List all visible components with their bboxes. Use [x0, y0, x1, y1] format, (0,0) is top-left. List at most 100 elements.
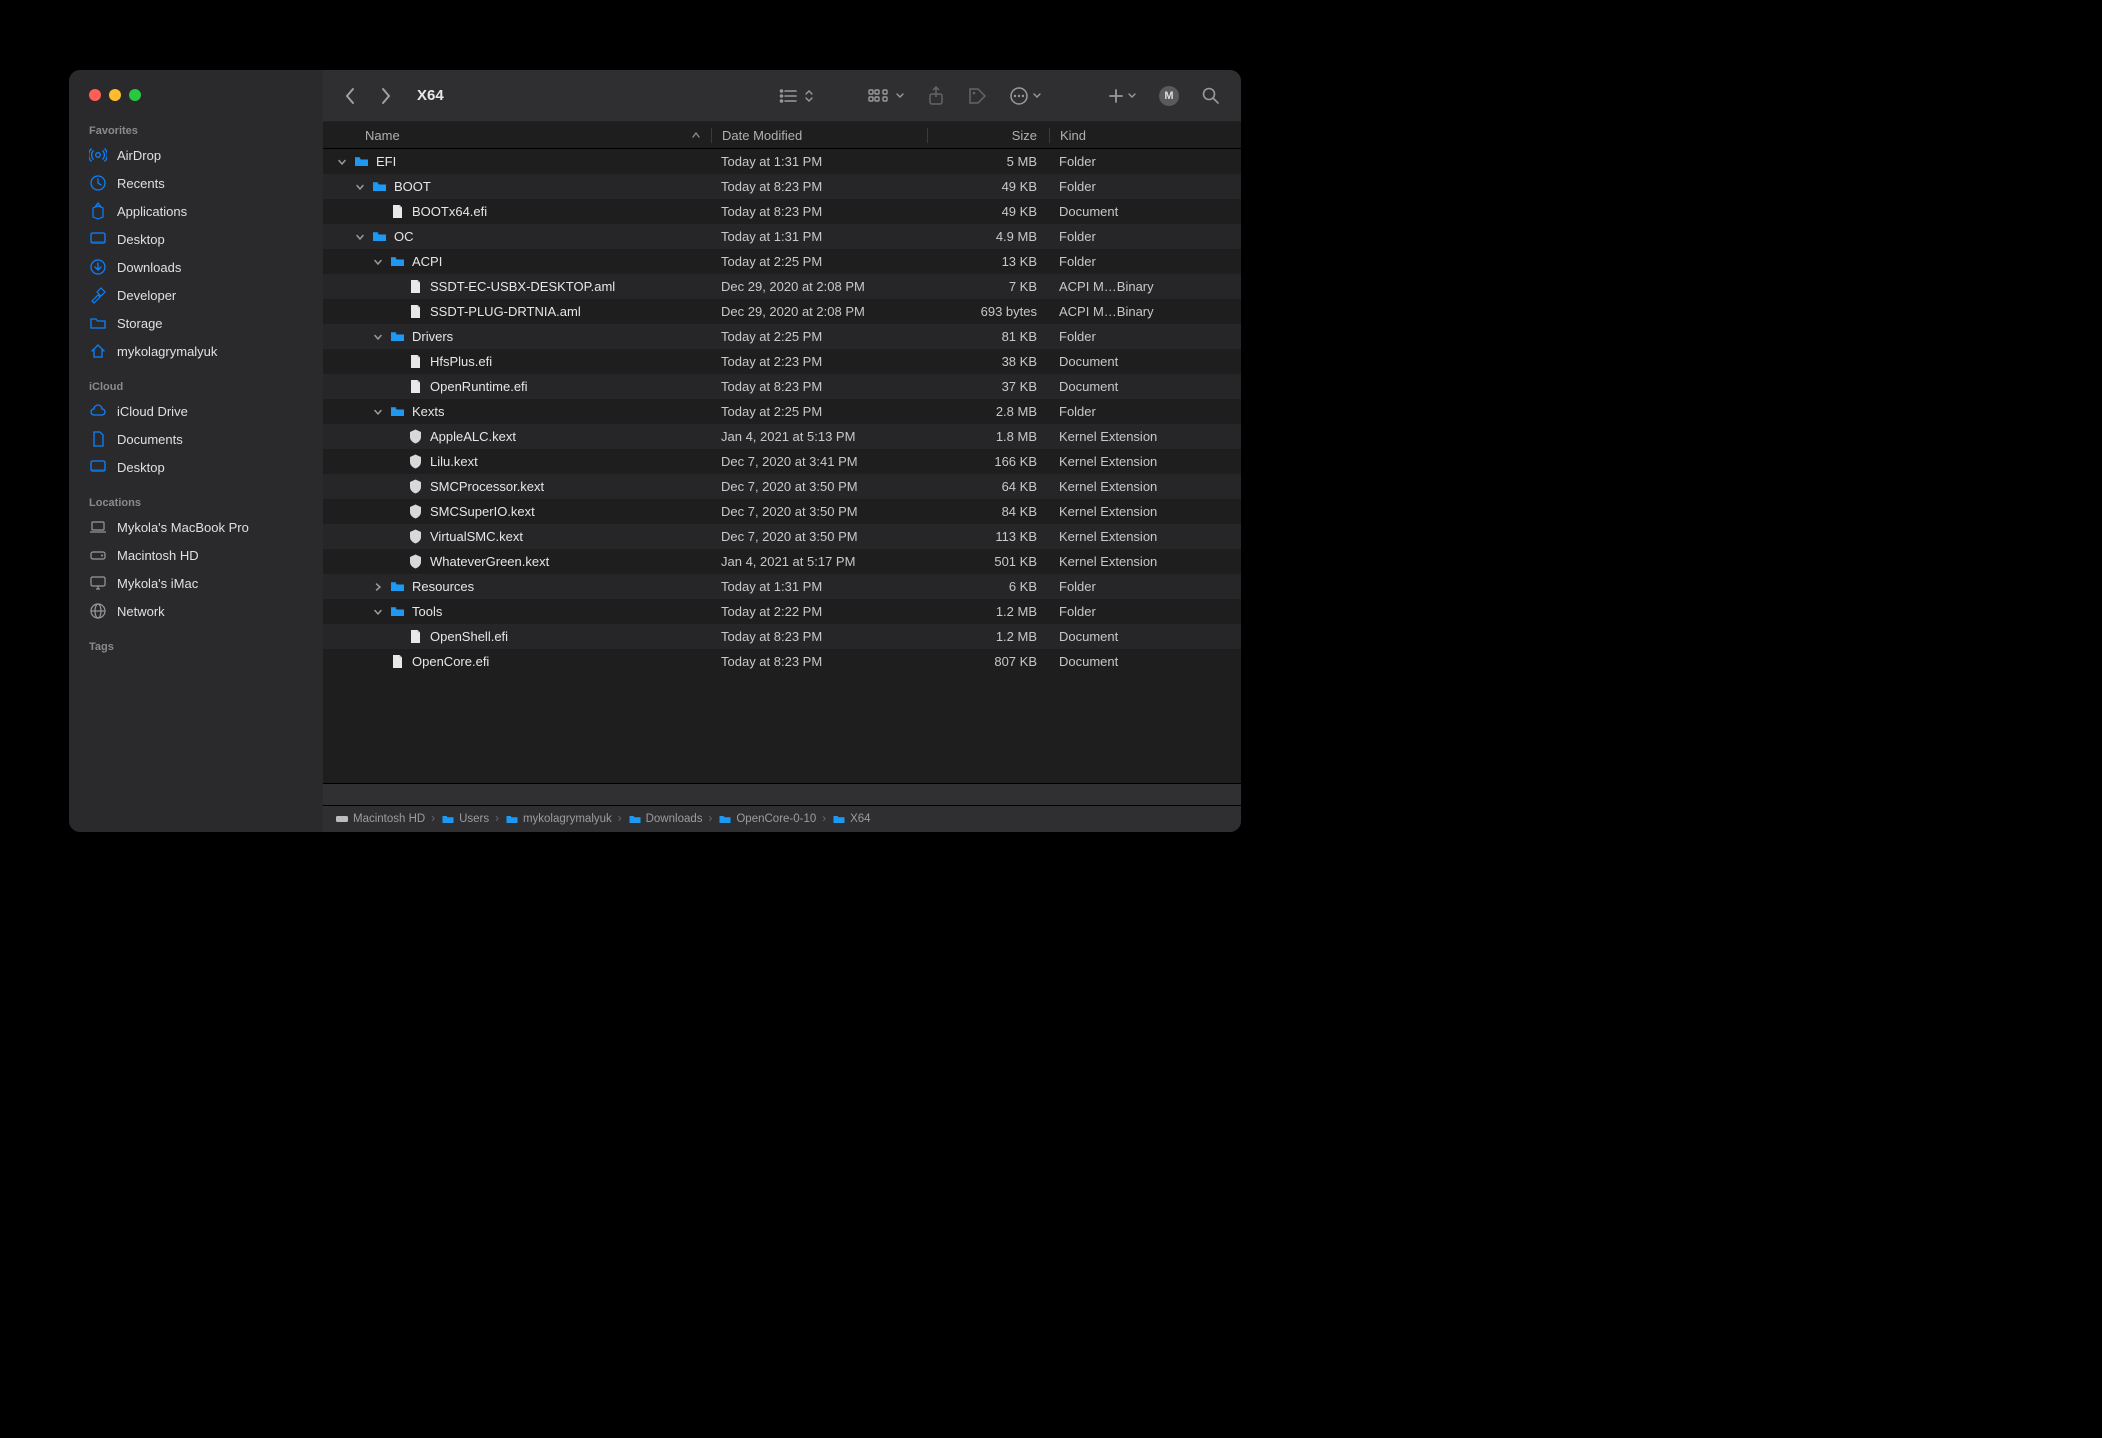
sidebar-item[interactable]: Network	[69, 597, 323, 625]
file-row[interactable]: SMCSuperIO.kext Dec 7, 2020 at 3:50 PM 8…	[323, 499, 1241, 524]
file-size: 113 KB	[927, 529, 1049, 544]
sidebar-item-label: Mykola's iMac	[117, 576, 198, 591]
search-button[interactable]	[1197, 82, 1225, 110]
disclosure-icon[interactable]	[373, 332, 383, 342]
file-date: Today at 2:22 PM	[711, 604, 927, 619]
account-badge[interactable]: M	[1155, 82, 1183, 110]
path-separator-icon: ›	[495, 813, 499, 825]
sidebar-item[interactable]: Macintosh HD	[69, 541, 323, 569]
file-row[interactable]: AppleALC.kext Jan 4, 2021 at 5:13 PM 1.8…	[323, 424, 1241, 449]
path-segment[interactable]: Users	[441, 812, 489, 826]
file-date: Today at 1:31 PM	[711, 154, 927, 169]
folder-icon	[389, 403, 406, 420]
disclosure-icon[interactable]	[373, 407, 383, 417]
file-row[interactable]: SSDT-PLUG-DRTNIA.aml Dec 29, 2020 at 2:0…	[323, 299, 1241, 324]
folder-icon	[89, 314, 107, 332]
sidebar-item[interactable]: Downloads	[69, 253, 323, 281]
file-size: 166 KB	[927, 454, 1049, 469]
sidebar-item-label: mykolagrymalyuk	[117, 344, 217, 359]
sidebar-item-label: Recents	[117, 176, 165, 191]
file-row[interactable]: BOOT Today at 8:23 PM 49 KB Folder	[323, 174, 1241, 199]
file-row[interactable]: Tools Today at 2:22 PM 1.2 MB Folder	[323, 599, 1241, 624]
column-kind-header[interactable]: Kind	[1049, 128, 1241, 143]
sidebar-item[interactable]: Recents	[69, 169, 323, 197]
sidebar-item[interactable]: mykolagrymalyuk	[69, 337, 323, 365]
column-date-header[interactable]: Date Modified	[711, 128, 927, 143]
sidebar-item-label: Desktop	[117, 460, 165, 475]
new-button[interactable]	[1104, 84, 1141, 108]
file-date: Dec 7, 2020 at 3:50 PM	[711, 479, 927, 494]
file-row[interactable]: OC Today at 1:31 PM 4.9 MB Folder	[323, 224, 1241, 249]
back-button[interactable]	[339, 85, 361, 107]
sidebar-item[interactable]: AirDrop	[69, 141, 323, 169]
kext-icon	[407, 528, 424, 545]
file-row[interactable]: SMCProcessor.kext Dec 7, 2020 at 3:50 PM…	[323, 474, 1241, 499]
file-row[interactable]: OpenShell.efi Today at 8:23 PM 1.2 MB Do…	[323, 624, 1241, 649]
file-row[interactable]: BOOTx64.efi Today at 8:23 PM 49 KB Docum…	[323, 199, 1241, 224]
path-segment[interactable]: Downloads	[628, 812, 703, 826]
sort-caret-icon	[691, 131, 701, 139]
file-row[interactable]: HfsPlus.efi Today at 2:23 PM 38 KB Docum…	[323, 349, 1241, 374]
sidebar: Favorites AirDrop Recents Applications D…	[69, 70, 323, 832]
file-row[interactable]: WhateverGreen.kext Jan 4, 2021 at 5:17 P…	[323, 549, 1241, 574]
file-kind: Document	[1049, 379, 1241, 394]
share-button[interactable]	[923, 82, 949, 110]
file-row[interactable]: Kexts Today at 2:25 PM 2.8 MB Folder	[323, 399, 1241, 424]
file-row[interactable]: Drivers Today at 2:25 PM 81 KB Folder	[323, 324, 1241, 349]
disclosure-icon[interactable]	[373, 607, 383, 617]
disclosure-icon[interactable]	[355, 182, 365, 192]
file-row[interactable]: EFI Today at 1:31 PM 5 MB Folder	[323, 149, 1241, 174]
file-date: Dec 7, 2020 at 3:41 PM	[711, 454, 927, 469]
sidebar-item-label: Applications	[117, 204, 187, 219]
disclosure-icon[interactable]	[373, 257, 383, 267]
path-label: OpenCore-0-10	[736, 813, 816, 825]
sidebar-item[interactable]: Desktop	[69, 225, 323, 253]
close-button[interactable]	[89, 89, 101, 101]
folder-icon	[441, 812, 455, 826]
file-size: 49 KB	[927, 179, 1049, 194]
sidebar-item[interactable]: Applications	[69, 197, 323, 225]
disclosure-icon[interactable]	[373, 582, 383, 592]
column-size-header[interactable]: Size	[927, 128, 1049, 143]
file-kind: ACPI M…Binary	[1049, 304, 1241, 319]
doc-icon	[407, 628, 424, 645]
sidebar-item[interactable]: Mykola's MacBook Pro	[69, 513, 323, 541]
sidebar-item-label: Network	[117, 604, 165, 619]
file-row[interactable]: SSDT-EC-USBX-DESKTOP.aml Dec 29, 2020 at…	[323, 274, 1241, 299]
action-button[interactable]	[1005, 82, 1046, 110]
file-name: OpenShell.efi	[430, 629, 508, 644]
disclosure-icon[interactable]	[337, 157, 347, 167]
sidebar-item[interactable]: iCloud Drive	[69, 397, 323, 425]
file-row[interactable]: ACPI Today at 2:25 PM 13 KB Folder	[323, 249, 1241, 274]
sidebar-section-header: Favorites	[69, 119, 323, 141]
file-row[interactable]: OpenRuntime.efi Today at 8:23 PM 37 KB D…	[323, 374, 1241, 399]
group-button[interactable]	[864, 84, 909, 108]
sidebar-item[interactable]: Documents	[69, 425, 323, 453]
file-row[interactable]: VirtualSMC.kext Dec 7, 2020 at 3:50 PM 1…	[323, 524, 1241, 549]
forward-button[interactable]	[375, 85, 397, 107]
file-date: Today at 8:23 PM	[711, 179, 927, 194]
path-segment[interactable]: Macintosh HD	[335, 812, 425, 826]
file-kind: Document	[1049, 654, 1241, 669]
file-name: Drivers	[412, 329, 453, 344]
path-segment[interactable]: mykolagrymalyuk	[505, 812, 612, 826]
sidebar-item[interactable]: Desktop	[69, 453, 323, 481]
tag-button[interactable]	[963, 82, 991, 110]
disclosure-icon[interactable]	[355, 232, 365, 242]
path-segment[interactable]: X64	[832, 812, 870, 826]
column-name-header[interactable]: Name	[323, 128, 711, 143]
file-size: 37 KB	[927, 379, 1049, 394]
file-list[interactable]: EFI Today at 1:31 PM 5 MB Folder BOOT To…	[323, 149, 1241, 783]
path-segment[interactable]: OpenCore-0-10	[718, 812, 816, 826]
folder-icon	[718, 812, 732, 826]
zoom-button[interactable]	[129, 89, 141, 101]
sidebar-item[interactable]: Storage	[69, 309, 323, 337]
file-date: Today at 1:31 PM	[711, 579, 927, 594]
file-row[interactable]: Lilu.kext Dec 7, 2020 at 3:41 PM 166 KB …	[323, 449, 1241, 474]
file-row[interactable]: OpenCore.efi Today at 8:23 PM 807 KB Doc…	[323, 649, 1241, 674]
view-mode-button[interactable]	[775, 84, 818, 108]
minimize-button[interactable]	[109, 89, 121, 101]
file-row[interactable]: Resources Today at 1:31 PM 6 KB Folder	[323, 574, 1241, 599]
sidebar-item[interactable]: Mykola's iMac	[69, 569, 323, 597]
sidebar-item[interactable]: Developer	[69, 281, 323, 309]
